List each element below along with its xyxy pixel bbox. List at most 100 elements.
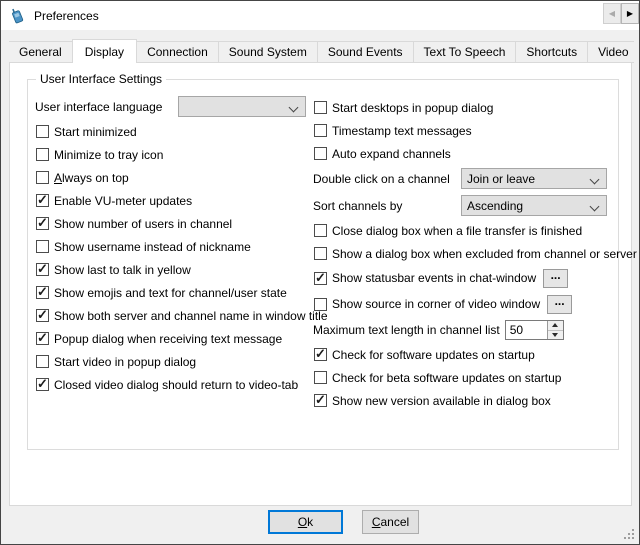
- language-row: User interface language: [35, 94, 311, 120]
- sort-channels-row: Sort channels by Ascending: [313, 192, 614, 219]
- language-combobox[interactable]: [178, 96, 306, 117]
- tab-label: Text To Speech: [424, 45, 506, 59]
- double-click-combobox[interactable]: Join or leave: [461, 168, 607, 189]
- checkbox-row[interactable]: Start video in popup dialog: [35, 350, 311, 373]
- checkbox-label: Check for beta software updates on start…: [332, 371, 561, 385]
- app-icon: [9, 7, 26, 24]
- checkbox[interactable]: [36, 378, 49, 391]
- tab[interactable]: Display: [72, 39, 137, 63]
- tab[interactable]: Sound Events: [317, 41, 414, 63]
- checkbox-row[interactable]: Check for beta software updates on start…: [313, 366, 614, 389]
- checkbox-row[interactable]: Show emojis and text for channel/user st…: [35, 281, 311, 304]
- checkbox-label: Show statusbar events in chat-window: [332, 271, 536, 285]
- ok-button[interactable]: Ok: [268, 510, 343, 534]
- checkbox-label: Always on top: [54, 171, 129, 185]
- tab-scroll-left-button[interactable]: ◀: [603, 3, 621, 24]
- sort-channels-label: Sort channels by: [313, 199, 402, 213]
- checkbox-label: Show source in corner of video window: [332, 297, 540, 311]
- tab-label: Video: [598, 45, 628, 59]
- checkbox[interactable]: [314, 298, 327, 311]
- checkbox-row[interactable]: Start minimized: [35, 120, 311, 143]
- checkbox[interactable]: [36, 286, 49, 299]
- checkbox-row[interactable]: Show last to talk in yellow: [35, 258, 311, 281]
- tab[interactable]: Video: [587, 41, 634, 63]
- checkbox[interactable]: [314, 224, 327, 237]
- tab-label: Display: [85, 45, 124, 59]
- tab-bar: General Display Connection Sound System …: [9, 39, 634, 63]
- video-source-more-button[interactable]: ...: [547, 295, 572, 314]
- statusbar-events-more-button[interactable]: ...: [543, 269, 568, 288]
- checkbox[interactable]: [314, 101, 327, 114]
- right-checkbox-list-top: Start desktops in popup dialog Timestamp…: [313, 96, 614, 165]
- checkbox[interactable]: [314, 272, 327, 285]
- checkbox-row[interactable]: Show new version available in dialog box: [313, 389, 614, 412]
- checkbox[interactable]: [314, 348, 327, 361]
- checkbox[interactable]: [314, 147, 327, 160]
- scroll-right-icon: ▶: [627, 9, 633, 18]
- spin-down-button[interactable]: [548, 331, 563, 340]
- ellipsis-icon: ...: [551, 270, 561, 280]
- checkbox-label: Timestamp text messages: [332, 124, 472, 138]
- checkbox-row[interactable]: Timestamp text messages: [313, 119, 614, 142]
- checkbox-row[interactable]: Show both server and channel name in win…: [35, 304, 311, 327]
- checkbox-label: Show username instead of nickname: [54, 240, 251, 254]
- checkbox[interactable]: [36, 355, 49, 368]
- tab[interactable]: General: [9, 41, 73, 63]
- group-title: User Interface Settings: [36, 72, 166, 86]
- title-bar[interactable]: Preferences: [1, 1, 639, 30]
- checkbox-label: Enable VU-meter updates: [54, 194, 192, 208]
- tab-scroll-right-button[interactable]: ▶: [621, 3, 639, 24]
- checkbox-row[interactable]: Auto expand channels: [313, 142, 614, 165]
- tab[interactable]: Text To Speech: [413, 41, 517, 63]
- checkbox-row[interactable]: Start desktops in popup dialog: [313, 96, 614, 119]
- checkbox-row[interactable]: Show number of users in channel: [35, 212, 311, 235]
- language-label: User interface language: [35, 100, 162, 114]
- checkbox[interactable]: [36, 194, 49, 207]
- arrow-down-icon: [552, 333, 558, 337]
- checkbox-row[interactable]: Always on top: [35, 166, 311, 189]
- checkbox-label: Show both server and channel name in win…: [54, 309, 328, 323]
- tab[interactable]: Sound System: [218, 41, 318, 63]
- checkbox[interactable]: [314, 371, 327, 384]
- tab[interactable]: Connection: [136, 41, 219, 63]
- tab-label: Connection: [147, 45, 208, 59]
- checkbox[interactable]: [314, 394, 327, 407]
- checkbox-row[interactable]: Check for software updates on startup: [313, 343, 614, 366]
- checkbox[interactable]: [36, 148, 49, 161]
- checkbox[interactable]: [36, 217, 49, 230]
- checkbox-row[interactable]: Show username instead of nickname: [35, 235, 311, 258]
- checkbox[interactable]: [36, 125, 49, 138]
- checkbox[interactable]: [314, 124, 327, 137]
- checkbox-label: Auto expand channels: [332, 147, 451, 161]
- checkbox-label: Minimize to tray icon: [54, 148, 163, 162]
- checkbox-label: Show new version available in dialog box: [332, 394, 551, 408]
- spin-up-button[interactable]: [548, 321, 563, 331]
- cancel-button[interactable]: Cancel: [362, 510, 419, 534]
- checkbox[interactable]: [36, 240, 49, 253]
- checkbox-row[interactable]: Enable VU-meter updates: [35, 189, 311, 212]
- tab[interactable]: Shortcuts: [515, 41, 588, 63]
- checkbox[interactable]: [36, 171, 49, 184]
- checkbox-label: Closed video dialog should return to vid…: [54, 378, 298, 392]
- checkbox-row[interactable]: Popup dialog when receiving text message: [35, 327, 311, 350]
- sort-channels-combobox[interactable]: Ascending: [461, 195, 607, 216]
- checkbox[interactable]: [36, 263, 49, 276]
- preferences-dialog: Preferences General Display Connection S…: [0, 0, 640, 545]
- ok-button-label: Ok: [298, 515, 313, 529]
- checkbox[interactable]: [314, 247, 327, 260]
- left-checkbox-list: Start minimized Minimize to tray icon Al…: [35, 120, 311, 396]
- chevron-down-icon: [590, 175, 600, 185]
- checkbox-row[interactable]: Closed video dialog should return to vid…: [35, 373, 311, 396]
- checkbox[interactable]: [36, 309, 49, 322]
- checkbox-row[interactable]: Minimize to tray icon: [35, 143, 311, 166]
- checkbox-label: Popup dialog when receiving text message: [54, 332, 282, 346]
- resize-grip[interactable]: [623, 528, 635, 540]
- checkbox[interactable]: [36, 332, 49, 345]
- checkbox-row[interactable]: Close dialog box when a file transfer is…: [313, 219, 614, 242]
- cancel-button-label: Cancel: [372, 515, 409, 529]
- max-text-length-spinner[interactable]: 50: [505, 320, 564, 340]
- tab-label: General: [19, 45, 62, 59]
- statusbar-events-row[interactable]: Show statusbar events in chat-window ...: [313, 265, 614, 291]
- video-source-row[interactable]: Show source in corner of video window ..…: [313, 291, 614, 317]
- checkbox-row[interactable]: Show a dialog box when excluded from cha…: [313, 242, 614, 265]
